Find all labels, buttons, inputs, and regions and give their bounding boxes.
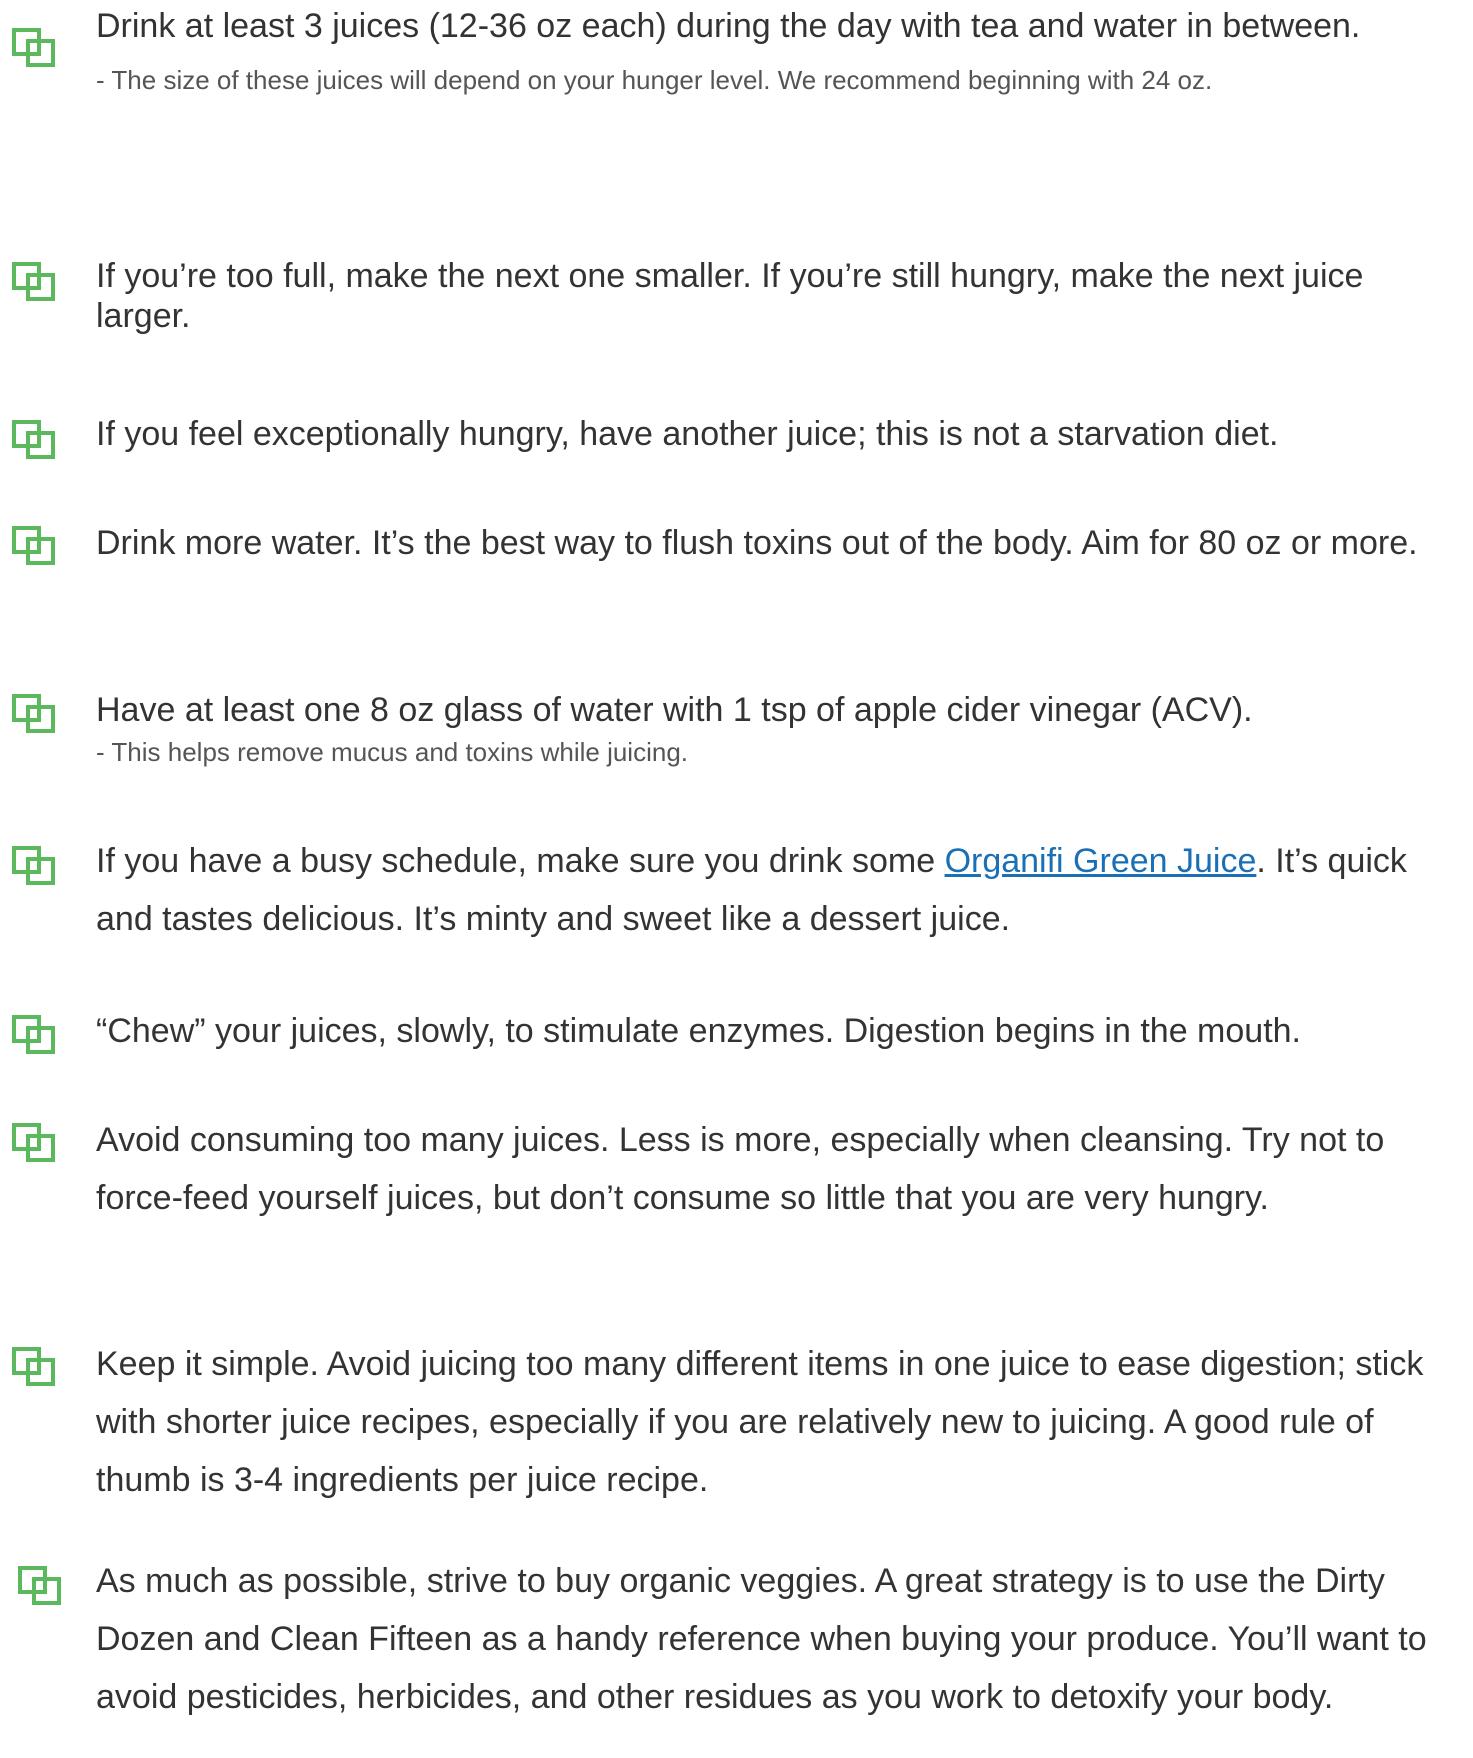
item-text: “Chew” your juices, slowly, to stimulate… bbox=[96, 1012, 1301, 1050]
juicing-tips-list: Drink at least 3 juices (12-36 oz each) … bbox=[0, 0, 1473, 1758]
item-text: If you’re too full, make the next one sm… bbox=[96, 257, 1364, 335]
item-text: Have at least one 8 oz glass of water wi… bbox=[96, 691, 1253, 729]
organifi-green-juice-link[interactable]: Organifi Green Juice bbox=[945, 842, 1257, 880]
item-text-before: If you have a busy schedule, make sure y… bbox=[96, 842, 945, 880]
checkbox-icon bbox=[12, 694, 56, 734]
item-text: Keep it simple. Avoid juicing too many d… bbox=[96, 1345, 1424, 1499]
checkbox-icon bbox=[12, 526, 56, 566]
checkbox-icon bbox=[12, 846, 56, 886]
item-text: As much as possible, strive to buy organ… bbox=[96, 1562, 1427, 1716]
item-note: - This helps remove mucus and toxins whi… bbox=[96, 737, 689, 767]
item-text: If you feel exceptionally hungry, have a… bbox=[96, 415, 1279, 453]
checkbox-icon bbox=[18, 1566, 62, 1606]
item-text: Drink at least 3 juices (12-36 oz each) … bbox=[96, 7, 1361, 45]
checkbox-icon bbox=[12, 1123, 56, 1163]
item-note: - The size of these juices will depend o… bbox=[96, 65, 1213, 95]
checkbox-icon bbox=[12, 28, 56, 68]
item-text: If you have a busy schedule, make sure y… bbox=[96, 832, 1466, 948]
checkbox-icon bbox=[12, 1347, 56, 1387]
checkbox-icon bbox=[12, 262, 56, 302]
checkbox-icon bbox=[12, 1015, 56, 1055]
checkbox-icon bbox=[12, 420, 56, 460]
item-text: Avoid consuming too many juices. Less is… bbox=[96, 1121, 1385, 1217]
item-text: Drink more water. It’s the best way to f… bbox=[96, 524, 1418, 562]
